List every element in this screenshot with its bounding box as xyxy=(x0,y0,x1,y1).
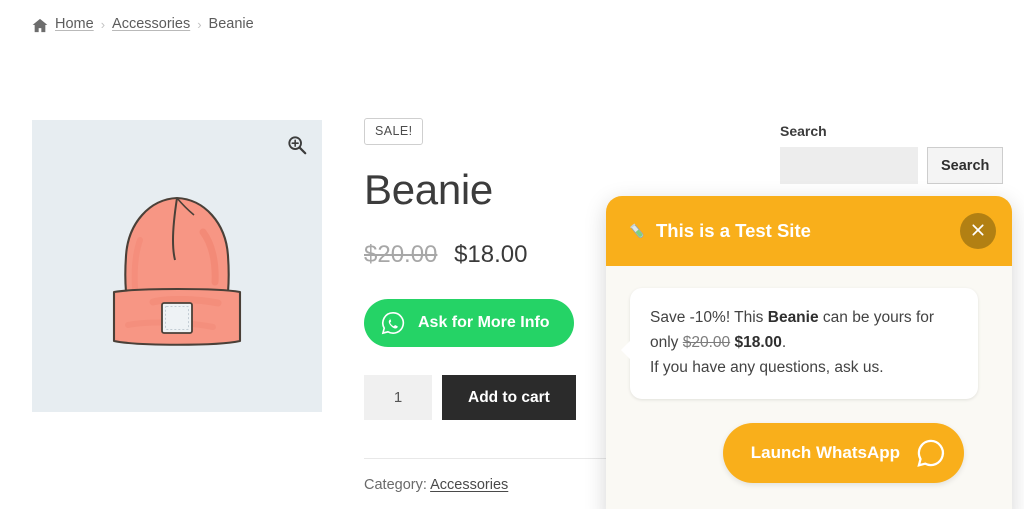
price-original: $20.00 xyxy=(364,241,438,269)
meta-divider xyxy=(364,458,629,460)
whatsapp-chat-widget: This is a Test Site Save -10%! This Bean… xyxy=(606,196,1012,509)
widget-body: Save -10%! This Beanie can be yours for … xyxy=(606,266,1012,484)
product-page: Home › Accessories › Beanie SALE! Beanie… xyxy=(0,0,1024,509)
message-line1-suffix: . xyxy=(781,334,787,352)
widget-title-label: This is a Test Site xyxy=(656,220,811,241)
beanie-product-image xyxy=(78,170,276,370)
sale-badge: SALE! xyxy=(364,118,424,145)
launch-row: Launch WhatsApp xyxy=(630,399,988,484)
price-sale: $18.00 xyxy=(454,241,528,269)
message-line1-prefix: Save -10%! This xyxy=(650,309,768,326)
message-price-original: $20.00 xyxy=(682,334,731,352)
add-to-cart-button[interactable]: Add to cart xyxy=(442,375,576,421)
breadcrumb-separator: › xyxy=(100,16,106,32)
ask-for-more-info-label: Ask for More Info xyxy=(418,314,550,332)
search-input[interactable] xyxy=(780,147,918,184)
chat-bubble-icon xyxy=(914,436,948,470)
close-button[interactable] xyxy=(960,213,996,249)
close-icon xyxy=(970,222,986,241)
widget-header: This is a Test Site xyxy=(606,196,1012,266)
message-line2: If you have any questions, ask us. xyxy=(650,359,884,377)
product-meta-category-link[interactable]: Accessories xyxy=(430,477,508,493)
breadcrumb: Home › Accessories › Beanie xyxy=(32,16,254,32)
breadcrumb-current: Beanie xyxy=(208,16,254,32)
message-price-sale: $18.00 xyxy=(734,334,782,352)
breadcrumb-separator-2: › xyxy=(197,16,202,32)
quantity-input[interactable] xyxy=(364,375,432,421)
search-button[interactable]: Search xyxy=(927,147,1004,184)
launch-whatsapp-label: Launch WhatsApp xyxy=(750,443,900,463)
widget-title: This is a Test Site xyxy=(628,220,811,242)
message-product-name: Beanie xyxy=(767,309,819,326)
magnifier-plus-icon[interactable] xyxy=(286,134,308,156)
search-row: Search xyxy=(780,147,1004,184)
chat-message-bubble: Save -10%! This Beanie can be yours for … xyxy=(621,288,978,400)
product-meta-label: Category: xyxy=(364,477,427,494)
search-label: Search xyxy=(780,123,827,139)
home-icon[interactable] xyxy=(32,18,48,33)
ask-for-more-info-button[interactable]: Ask for More Info xyxy=(364,299,574,348)
launch-whatsapp-button[interactable]: Launch WhatsApp xyxy=(722,423,964,484)
breadcrumb-link-home[interactable]: Home xyxy=(55,16,94,32)
breadcrumb-link-accessories[interactable]: Accessories xyxy=(112,16,190,32)
search-widget: Search Search xyxy=(780,123,1004,184)
test-tube-icon xyxy=(628,222,647,241)
product-gallery[interactable] xyxy=(32,120,322,412)
whatsapp-icon xyxy=(380,310,406,336)
